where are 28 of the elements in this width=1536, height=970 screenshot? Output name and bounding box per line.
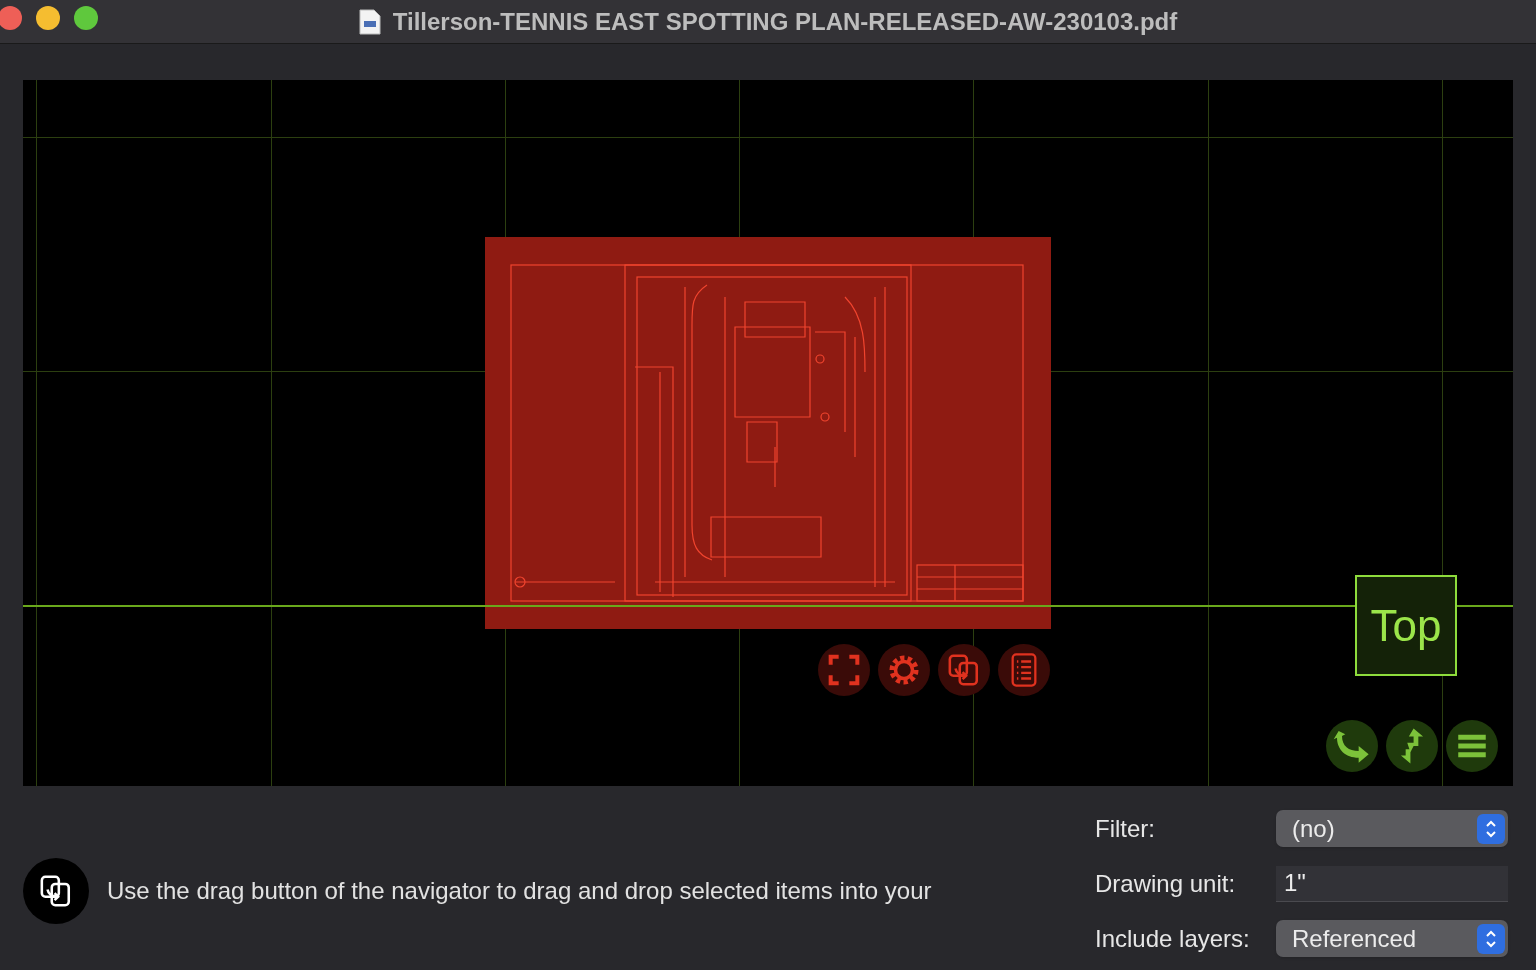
stepper-icon — [1477, 813, 1505, 844]
setting-label: Filter: — [1095, 814, 1155, 842]
zoom-button[interactable] — [74, 6, 98, 30]
copy-arrow-icon — [947, 653, 981, 687]
close-button[interactable] — [0, 6, 22, 30]
popup-menu[interactable]: (no) — [1276, 810, 1508, 847]
fullscreen-icon — [828, 654, 860, 686]
rotate-button[interactable] — [1326, 720, 1378, 772]
window-title: Tillerson-TENNIS EAST SPOTTING PLAN-RELEASED-AW-230103.pdf — [392, 6, 1178, 37]
drag-button[interactable] — [938, 644, 990, 696]
list-button[interactable] — [998, 644, 1050, 696]
flip-button[interactable] — [1386, 720, 1438, 772]
hint-text: Use the drag button of the navigator to drag and drop selected items into your — [107, 875, 932, 906]
menu-icon — [1457, 733, 1487, 759]
pdf-document-icon — [358, 8, 381, 35]
fullscreen-button[interactable] — [818, 644, 870, 696]
view-label[interactable]: Top — [1355, 575, 1457, 676]
settings-button[interactable] — [878, 644, 930, 696]
input-field[interactable]: 1" — [1276, 865, 1508, 902]
setting-label: Include layers: — [1095, 924, 1250, 952]
popup-menu[interactable]: Referenced — [1276, 920, 1508, 957]
copy-arrow-icon — [39, 873, 73, 908]
document-list-icon — [1009, 653, 1039, 687]
settings-icon — [887, 653, 921, 687]
minimize-button[interactable] — [36, 6, 60, 30]
menu-button[interactable] — [1446, 720, 1498, 772]
stepper-icon — [1477, 923, 1505, 954]
setting-label: Drawing unit: — [1095, 869, 1236, 897]
